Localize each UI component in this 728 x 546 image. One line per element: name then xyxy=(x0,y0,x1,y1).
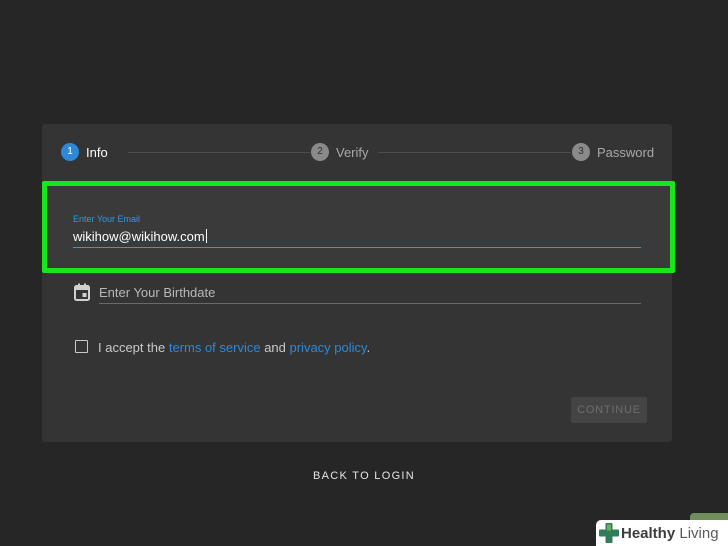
step-verify[interactable]: 2 Verify xyxy=(311,143,369,161)
step-number-badge: 3 xyxy=(572,143,590,161)
terms-suffix: . xyxy=(366,340,371,355)
watermark-brand-bold: Healthy xyxy=(621,524,676,542)
step-info[interactable]: 1 Info xyxy=(61,143,108,161)
birthdate-input[interactable]: Enter Your Birthdate xyxy=(99,285,215,300)
signup-card: 1 Info 2 Verify 3 Password xyxy=(42,124,672,442)
step-number-badge: 1 xyxy=(61,143,79,161)
watermark-text: Healthy Living xyxy=(621,525,719,542)
health-cross-logo-icon xyxy=(599,523,619,543)
privacy-policy-link[interactable]: privacy policy xyxy=(290,340,367,355)
back-to-login-link[interactable]: BACK TO LOGIN xyxy=(0,470,728,482)
step-label: Verify xyxy=(336,144,369,160)
healthy-living-watermark: Healthy Living xyxy=(596,520,728,546)
step-password[interactable]: 3 Password xyxy=(572,143,654,161)
email-input[interactable]: wikihow@wikihow.com xyxy=(73,229,207,244)
email-label: Enter Your Email xyxy=(73,214,141,224)
step-connector xyxy=(378,152,571,153)
watermark-brand-thin: Living xyxy=(675,524,719,542)
step-connector xyxy=(128,152,310,153)
terms-middle: and xyxy=(260,340,290,355)
email-underline xyxy=(73,247,641,248)
terms-prefix: I accept the xyxy=(98,340,169,355)
step-number-badge: 2 xyxy=(311,143,329,161)
terms-statement: I accept the terms of service and privac… xyxy=(98,340,370,355)
step-label: Info xyxy=(86,144,108,160)
email-value: wikihow@wikihow.com xyxy=(73,229,205,244)
continue-button[interactable]: CONTINUE xyxy=(571,397,647,423)
terms-checkbox[interactable] xyxy=(75,340,88,353)
text-caret xyxy=(205,229,207,243)
email-field-highlight xyxy=(42,181,675,273)
terms-of-service-link[interactable]: terms of service xyxy=(169,340,261,355)
birthdate-underline xyxy=(99,303,641,304)
stepper: 1 Info 2 Verify 3 Password xyxy=(42,124,672,180)
step-label: Password xyxy=(597,144,655,160)
calendar-icon[interactable] xyxy=(74,283,90,301)
